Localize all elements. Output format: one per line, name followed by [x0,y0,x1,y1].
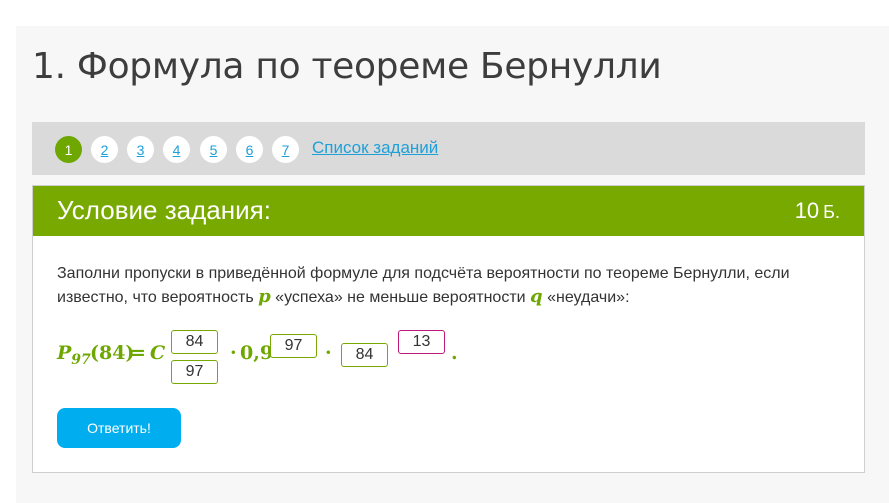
task-list-link[interactable]: Список заданий [312,138,438,158]
task-navigation: 1 2 3 4 5 6 7 Список заданий [32,122,865,175]
task-link-5[interactable]: 5 [200,136,227,163]
formula-dot-1: · [230,342,237,364]
task-text-part2: «успеха» не меньше вероятности [270,289,531,306]
task-link-1[interactable]: 1 [55,136,82,163]
task-text-part3: «неудачи»: [542,289,630,306]
formula-P-subscript: 97 [71,352,91,368]
formula-base: 0,9 [240,342,274,364]
task-link-2[interactable]: 2 [91,136,118,163]
panel-header: Условие задания: 10 Б. [33,186,864,236]
formula-equals: = [130,342,146,364]
bernoulli-formula: P97 (84) = C 84 97 · 0,9 97 · 84 13 . [57,326,537,396]
task-link-7[interactable]: 7 [272,136,299,163]
base-2-input[interactable]: 84 [341,343,388,367]
formula-argument: (84) [90,342,135,364]
points-unit: Б. [823,202,840,222]
answer-button[interactable]: Ответить! [57,408,181,448]
task-link-4[interactable]: 4 [163,136,190,163]
points-value: 10 [794,198,820,223]
task-link-3[interactable]: 3 [127,136,154,163]
task-panel: Условие задания: 10 Б. Заполни пропуски в… [32,185,865,473]
c-top-input[interactable]: 84 [171,330,218,354]
task-statement: Заполни пропуски в приведённой формуле д… [57,262,847,309]
formula-C: C [150,342,166,364]
c-bottom-input[interactable]: 97 [171,360,218,384]
points-badge: 10 Б. [795,198,840,224]
formula-P: P97 [57,342,91,368]
panel-title: Условие задания: [57,195,271,225]
formula-end-period: . [451,342,458,364]
exponent-2-input[interactable]: 13 [398,330,445,354]
formula-dot-2: · [325,342,332,364]
task-link-6[interactable]: 6 [236,136,263,163]
var-q: q [530,286,543,307]
exponent-1-input[interactable]: 97 [270,334,317,358]
page-title: 1. Формула по теореме Бернулли [32,46,662,87]
var-p: p [258,286,271,307]
